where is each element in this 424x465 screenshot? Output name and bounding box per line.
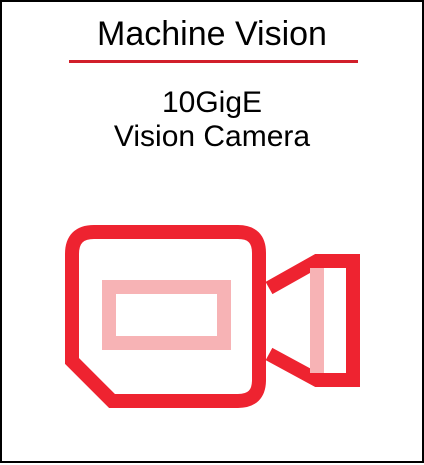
camera-inner-rect	[102, 280, 231, 350]
video-camera-icon	[65, 225, 360, 408]
camera-lens-band	[310, 268, 324, 373]
product-card: Machine Vision 10GigE Vision Camera	[0, 0, 424, 463]
